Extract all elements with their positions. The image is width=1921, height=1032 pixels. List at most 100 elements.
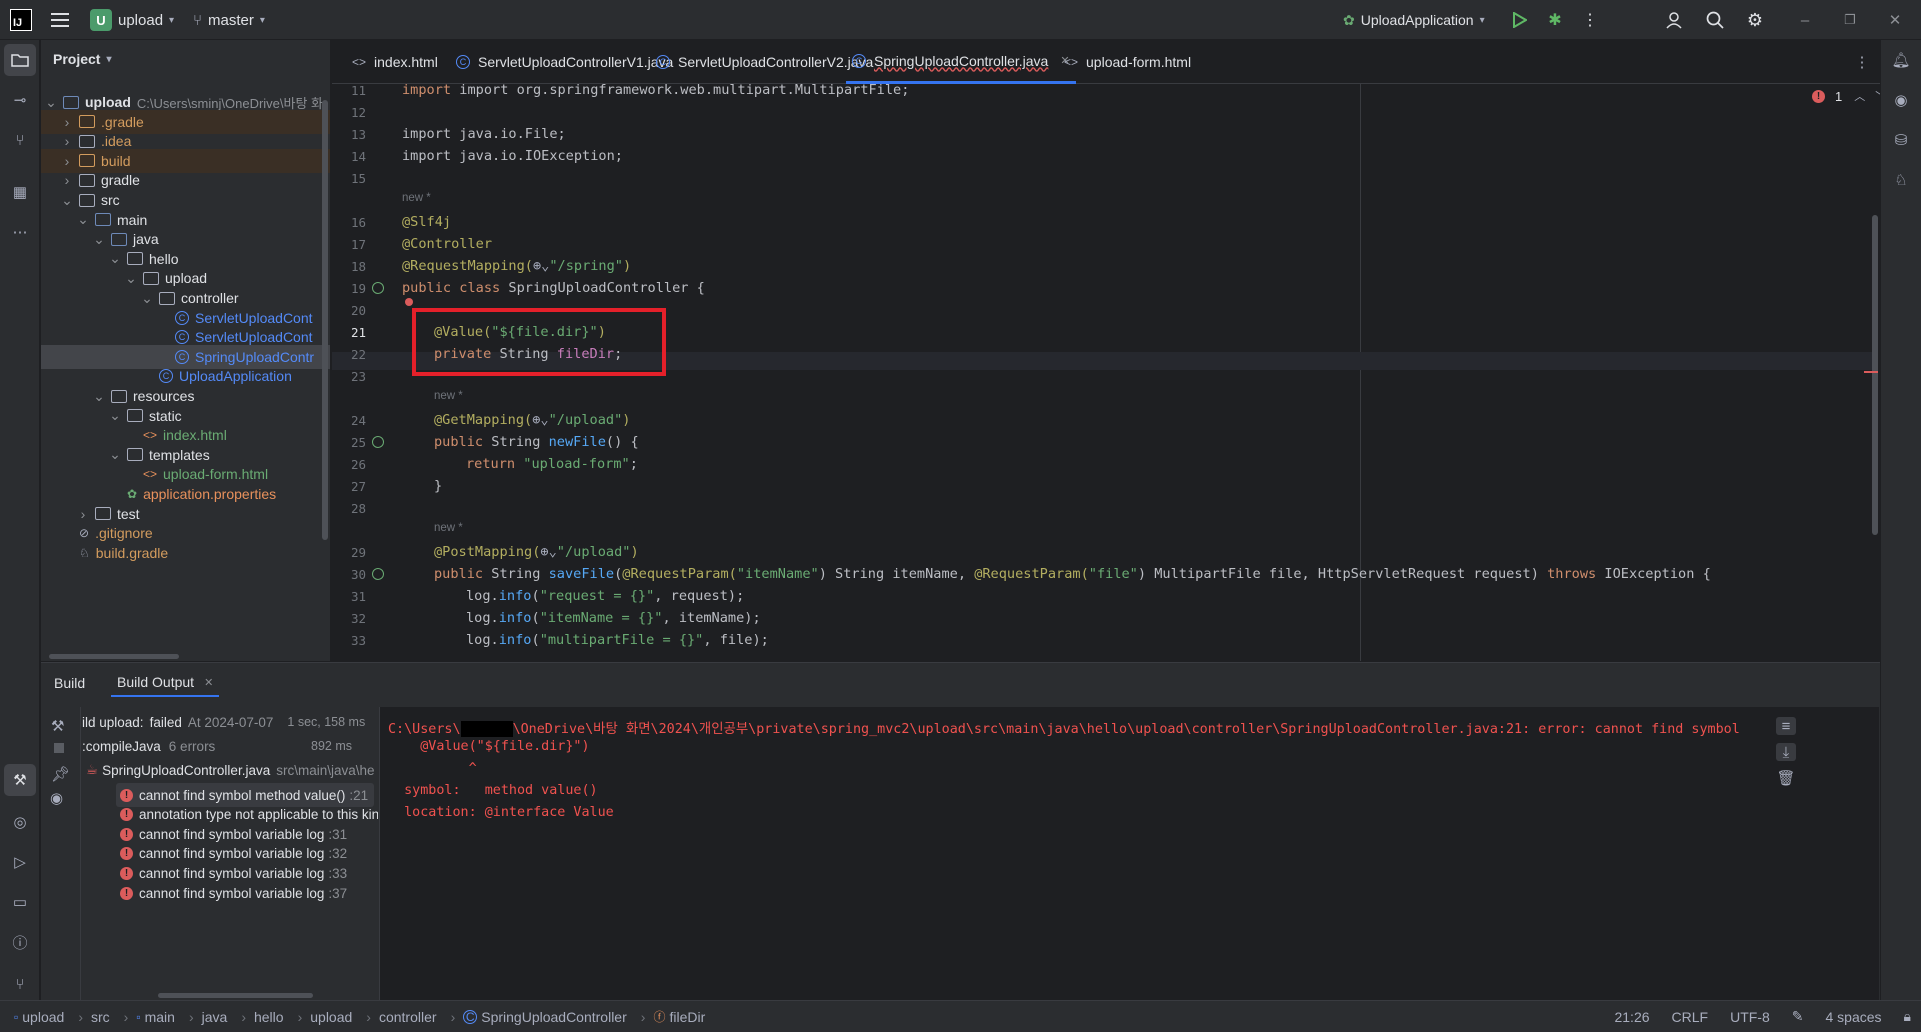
class-icon: C	[175, 349, 189, 364]
breadcrumb-item[interactable]: src	[91, 1009, 110, 1025]
branch-switcher[interactable]: ⑂ master ▾	[185, 5, 273, 35]
stop-icon[interactable]	[54, 743, 64, 753]
run-config-selector[interactable]: ✿ UploadApplication ▾	[1335, 5, 1493, 35]
gradle-icon[interactable]: ♘	[1889, 168, 1913, 192]
file-encoding[interactable]: UTF-8	[1730, 1009, 1770, 1025]
tree-scrollbar[interactable]	[322, 100, 328, 540]
clear-trash-icon[interactable]: 🗑︎	[1776, 769, 1796, 787]
project-switcher[interactable]: U upload ▾	[82, 5, 182, 35]
chevron-right-icon[interactable]: ›	[61, 172, 73, 188]
chevron-down-icon[interactable]: ⌄	[141, 290, 153, 306]
problems-icon[interactable]: ⓘ	[8, 930, 32, 954]
project-panel-header[interactable]: Project ▾	[53, 51, 112, 67]
chevron-down-icon[interactable]: ⌄	[77, 211, 89, 227]
chevron-down-icon[interactable]: ⌄	[109, 250, 121, 266]
add-user-icon[interactable]	[1665, 10, 1685, 30]
tree-item-label: upload	[85, 94, 131, 110]
indent-setting[interactable]: 4 spaces	[1826, 1009, 1882, 1025]
tree-item-label: templates	[149, 446, 210, 463]
tab-build-output[interactable]: Build Output ✕	[111, 669, 220, 697]
chevron-down-icon[interactable]: ﹀	[1875, 88, 1880, 104]
chevron-right-icon[interactable]: ›	[61, 153, 73, 169]
chevron-right-icon[interactable]: ›	[61, 133, 73, 149]
properties-file-icon: ✿	[127, 487, 138, 501]
tab-build[interactable]: Build	[54, 675, 85, 691]
minimize-icon[interactable]: –	[1795, 10, 1815, 30]
restore-icon[interactable]: ❐	[1840, 10, 1860, 30]
tree-item-label: main	[117, 211, 148, 228]
run-icon[interactable]	[1510, 10, 1530, 30]
debug-icon[interactable]: ✱	[1545, 10, 1565, 30]
services-icon[interactable]: ◎	[8, 810, 32, 834]
chevron-down-icon[interactable]: ⌄	[93, 388, 105, 404]
more-options-icon[interactable]: ⋮	[1580, 10, 1600, 30]
close-window-icon[interactable]: ✕	[1885, 10, 1905, 30]
eye-icon[interactable]: ◉	[50, 789, 63, 807]
chevron-down-icon[interactable]: ⌄	[109, 446, 121, 462]
breadcrumb: ▫ upload › src › ▫ main › java › hello › upload › cont…	[14, 1008, 711, 1025]
breadcrumb-item[interactable]: java	[202, 1009, 228, 1025]
chevron-down-icon[interactable]: ⌄	[109, 407, 121, 423]
inlay-hint-new[interactable]: new *	[402, 192, 431, 204]
line-separator[interactable]: CRLF	[1672, 1009, 1709, 1025]
settings-gear-icon[interactable]: ⚙	[1745, 10, 1765, 30]
inlay-hint-new[interactable]: new *	[434, 522, 463, 534]
chevron-down-icon[interactable]: ⌄	[125, 270, 137, 286]
readonly-toggle-icon[interactable]: ✎	[1792, 1008, 1804, 1025]
breadcrumb-item[interactable]: C SpringUploadController	[463, 1009, 627, 1025]
chevron-right-icon: ›	[450, 1008, 456, 1025]
terminal-icon[interactable]: ▭	[8, 890, 32, 914]
build-summary-row[interactable]: ild upload: failed At 2024-07-07 1 sec, …	[82, 711, 365, 733]
git-icon[interactable]: ⑂	[8, 972, 32, 996]
run-tool-icon[interactable]: ▷	[8, 850, 32, 874]
notifications-bell-icon[interactable]: 🔔︎	[1889, 48, 1913, 72]
lock-icon[interactable]: 🔒︎	[1904, 1008, 1911, 1025]
tree-build-gradle[interactable]: ♘ build.gradle	[41, 541, 330, 565]
breadcrumb-label: main	[144, 1008, 175, 1025]
project-name: upload	[118, 11, 164, 29]
more-tools-icon[interactable]: ⋯	[8, 220, 32, 244]
caret-position[interactable]: 21:26	[1614, 1009, 1649, 1025]
commit-icon[interactable]: ⊸	[8, 88, 32, 112]
database-icon[interactable]: ⛁	[1889, 128, 1913, 152]
hammer-icon[interactable]: ⚒	[51, 717, 64, 735]
chevron-right-icon[interactable]: ›	[61, 114, 73, 130]
breadcrumb-item[interactable]: controller	[379, 1009, 437, 1025]
build-tool-icon[interactable]: ⚒	[4, 764, 36, 796]
chevron-right-icon: ›	[366, 1008, 371, 1025]
breadcrumb-item[interactable]: ▫ upload	[14, 1009, 64, 1025]
chevron-down-icon[interactable]: ⌄	[61, 192, 73, 208]
scroll-to-end-icon[interactable]: ⤓	[1776, 743, 1796, 761]
code-area[interactable]: import import org.springframework.web.mu…	[332, 40, 1872, 661]
breadcrumb-item[interactable]: upload	[310, 1009, 352, 1025]
structure-icon[interactable]: ▦	[8, 180, 32, 204]
code-line-27: }	[434, 478, 443, 494]
folder-icon	[111, 232, 127, 246]
pin-icon[interactable]: 📌︎	[51, 765, 70, 783]
chevron-down-icon[interactable]: ⌄	[45, 94, 57, 110]
breadcrumb-item[interactable]: ▫ main	[136, 1009, 175, 1025]
inlay-hint-new[interactable]: new *	[434, 390, 463, 402]
breadcrumb-item[interactable]: ⓕ fileDir	[653, 1008, 705, 1025]
chevron-right-icon: ›	[188, 1008, 194, 1025]
breadcrumb-item[interactable]: hello	[254, 1009, 284, 1025]
folder-icon	[63, 95, 79, 109]
compile-task-row[interactable]: :compileJava 6 errors 892 ms	[82, 735, 352, 757]
pull-requests-icon[interactable]: ⑂	[8, 128, 32, 152]
error-file-row[interactable]: ☕︎ SpringUploadController.java src\main\…	[86, 759, 375, 781]
soft-wrap-icon[interactable]: ≡	[1776, 717, 1796, 735]
chevron-right-icon[interactable]: ›	[77, 506, 89, 522]
main-menu-icon[interactable]	[50, 10, 70, 30]
build-tree-hscrollbar[interactable]	[158, 993, 313, 998]
search-icon[interactable]	[1705, 10, 1725, 30]
close-icon[interactable]: ✕	[204, 676, 213, 689]
tree-hscrollbar[interactable]	[49, 654, 179, 659]
build-error-item[interactable]: ! cannot find symbol variable log:37	[120, 881, 347, 905]
build-output-console[interactable]: C:\Users\ \OneDrive\바탕 화면\2024\개인공부\priva…	[379, 707, 1879, 1000]
chevron-down-icon[interactable]: ⌄	[93, 231, 105, 247]
app-logo[interactable]: IJ	[10, 9, 32, 31]
project-folder-icon[interactable]	[4, 44, 36, 76]
editor-scrollbar[interactable]	[1872, 215, 1878, 535]
ai-assistant-icon[interactable]: ◉	[1889, 88, 1913, 112]
